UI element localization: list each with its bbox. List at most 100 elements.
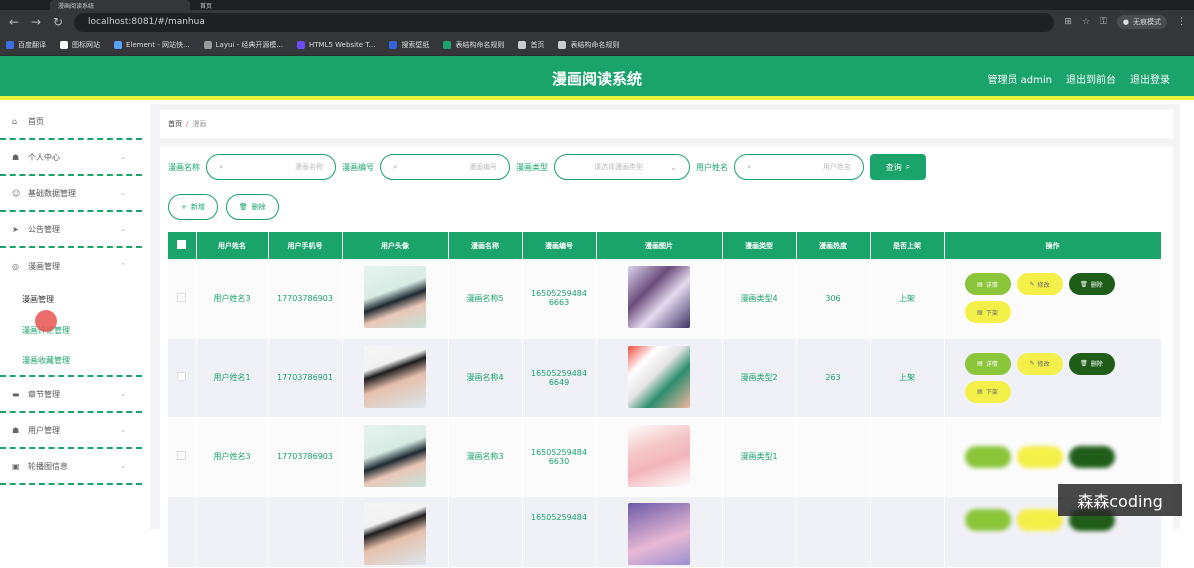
bookmark-item[interactable]: 图标网站 — [60, 40, 100, 50]
sidebar-subitem-favorite[interactable]: 漫画收藏管理 — [0, 346, 142, 377]
comic-name-cell: 漫画名称4 — [448, 338, 523, 418]
sidebar-subitem-comment[interactable]: 漫画评论管理 — [0, 315, 142, 346]
sidebar-item-carousel[interactable]: ▣ 轮播图信息 ⌄ — [0, 449, 142, 485]
app-header: 漫画阅读系统 管理员 admin 退出到前台 退出登录 — [0, 56, 1194, 100]
unshelve-button[interactable]: ▤ 下架 — [964, 380, 1011, 403]
detail-button[interactable] — [964, 445, 1011, 468]
bookmark-label: 图标网站 — [72, 40, 100, 49]
bookmark-icon — [389, 40, 398, 49]
user-name-cell: 用户姓名3 — [196, 259, 269, 339]
bookmark-star-icon[interactable]: ☆ — [1082, 17, 1090, 27]
bookmark-icon — [443, 40, 452, 49]
select-all-checkbox[interactable] — [177, 240, 187, 249]
user-icon: ☗ — [12, 425, 20, 435]
comic-type-cell: 漫画类型2 — [722, 338, 797, 418]
detail-button[interactable]: ▤ 详情 — [964, 273, 1011, 296]
unshelve-label: 下架 — [985, 309, 998, 317]
detail-button[interactable] — [964, 508, 1011, 531]
comic-status-cell: 上架 — [870, 338, 945, 418]
incognito-badge[interactable]: ● 无痕模式 — [1116, 15, 1167, 29]
tab-label: 漫画阅读系统 — [58, 2, 95, 10]
search-name-label: 漫画名称 — [168, 162, 200, 172]
bookmark-item[interactable]: 首页 — [518, 40, 544, 50]
chevron-up-icon: ⌃ — [120, 262, 126, 270]
edit-label: 修改 — [1037, 361, 1050, 368]
edit-button[interactable] — [1016, 445, 1063, 468]
sidebar-item-chapter[interactable]: ▬ 章节管理 ⌄ — [0, 377, 142, 413]
edit-button[interactable]: ✎ 修改 — [1016, 352, 1063, 375]
content-panel: 漫画名称 ⌕ 漫画名称 漫画编号 ⌕ 漫画编号 漫画类型 请选择漫画类型 ⌄ 用户姓名… — [160, 146, 1173, 568]
pencil-icon: ✎ — [1029, 360, 1035, 367]
logout-link[interactable]: 退出登录 — [1130, 71, 1170, 86]
bookmark-item[interactable]: 百度翻译 — [6, 40, 46, 50]
translate-icon[interactable]: ⊞ — [1064, 17, 1072, 27]
comic-heat-cell — [796, 417, 871, 497]
comic-status-cell — [870, 417, 945, 497]
batch-delete-button[interactable]: 🗑 删除 — [225, 194, 279, 220]
breadcrumb-home[interactable]: 首页 — [168, 119, 182, 129]
row-checkbox[interactable] — [177, 451, 187, 460]
breadcrumb-current: 漫画 — [192, 120, 207, 128]
unshelve-button[interactable]: ▤ 下架 — [964, 301, 1011, 324]
search-row: 漫画名称 ⌕ 漫画名称 漫画编号 ⌕ 漫画编号 漫画类型 请选择漫画类型 ⌄ 用户姓名… — [168, 154, 926, 180]
unshelve-label: 下架 — [985, 389, 998, 396]
search-type-select[interactable]: 请选择漫画类型 ⌄ — [554, 154, 690, 180]
url-field[interactable]: localhost:8081/#/manhua — [74, 12, 1055, 32]
tab-label: 首页 — [200, 2, 213, 10]
delete-button[interactable]: 🗑 删除 — [1068, 273, 1115, 296]
delete-button[interactable] — [1068, 445, 1115, 468]
home-icon: ⌂ — [12, 116, 18, 126]
search-user-label: 用户姓名 — [696, 162, 728, 172]
browser-tab[interactable]: 首页 — [192, 0, 332, 10]
smile-icon: ☺ — [12, 188, 21, 198]
back-icon[interactable]: ← — [8, 15, 20, 29]
exit-to-front-link[interactable]: 退出到前台 — [1066, 71, 1116, 86]
sidebar-item-notice[interactable]: ➤ 公告管理 ⌄ — [0, 212, 142, 248]
sidebar-subitem-comic[interactable]: 漫画管理 — [0, 284, 142, 315]
delete-button[interactable]: 🗑 删除 — [1068, 352, 1115, 375]
detail-button[interactable]: ▤ 详情 — [964, 352, 1011, 375]
sidebar-item-basic-data[interactable]: ☺ 基础数据管理 ⌄ — [0, 176, 142, 212]
forward-icon[interactable]: → — [30, 15, 42, 29]
user-icon: ☗ — [12, 152, 20, 162]
bookmark-item[interactable]: 表结构命名规则 — [558, 40, 619, 50]
browser-tab-active[interactable]: 漫画阅读系统 — [50, 0, 190, 10]
sidebar-item-comic[interactable]: ◎ 漫画管理 ⌃ — [0, 248, 142, 284]
column-header: 用户手机号 — [268, 232, 343, 259]
bookmark-item[interactable]: Layui - 经典开源模... — [203, 40, 283, 50]
search-button[interactable]: 查询 ⌕ — [870, 154, 926, 180]
bookmark-item[interactable]: Element - 网站快... — [114, 40, 190, 50]
placeholder: 用户姓名 — [823, 163, 851, 171]
doc-icon: ▤ — [977, 360, 983, 367]
edit-button[interactable] — [1016, 508, 1063, 531]
menu-dots-icon[interactable]: ⋮ — [1177, 17, 1186, 27]
edit-button[interactable]: ✎ 修改 — [1016, 273, 1063, 296]
bookmark-item[interactable]: 搜索壁纸 — [389, 40, 429, 50]
search-number-input[interactable]: ⌕ 漫画编号 — [380, 154, 510, 180]
sidebar-item-label: 公告管理 — [28, 224, 60, 234]
add-button[interactable]: + 新增 — [168, 194, 218, 220]
bookmark-label: 表结构命名规则 — [570, 40, 620, 49]
detail-label: 详情 — [985, 281, 998, 289]
row-checkbox[interactable] — [177, 292, 187, 302]
breadcrumb-separator: / — [186, 120, 189, 128]
row-checkbox[interactable] — [177, 372, 187, 381]
reload-icon[interactable]: ↻ — [52, 15, 64, 29]
search-button-label: 查询 — [885, 162, 902, 172]
key-icon[interactable]: ⚿ — [1100, 17, 1107, 27]
bookmark-item[interactable]: HTML5 Website T... — [297, 40, 375, 49]
bookmark-item[interactable]: 表结构命名规则 — [443, 40, 504, 50]
trash-icon: 🗑 — [1080, 360, 1088, 367]
search-icon: ⌕ — [393, 162, 398, 171]
search-name-input[interactable]: ⌕ 漫画名称 — [206, 154, 336, 180]
sidebar-item-users[interactable]: ☗ 用户管理 ⌄ — [0, 413, 142, 449]
column-header: 漫画热度 — [796, 232, 871, 259]
sidebar-item-personal[interactable]: ☗ 个人中心 ⌄ — [0, 140, 142, 176]
sidebar-item-label: 个人中心 — [28, 152, 60, 162]
bookmark-label: 百度翻译 — [18, 40, 46, 49]
search-user-input[interactable]: ⌕ 用户姓名 — [734, 154, 864, 180]
compass-icon: ◎ — [12, 261, 19, 271]
sidebar-item-home[interactable]: ⌂ 首页 — [0, 104, 142, 140]
select-all-cell[interactable] — [168, 232, 197, 259]
search-type-label: 漫画类型 — [516, 162, 548, 172]
